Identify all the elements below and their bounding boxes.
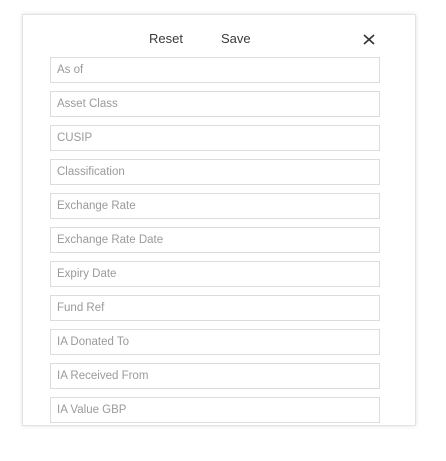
field-expiry-date[interactable]: Expiry Date [50,261,380,287]
field-cusip[interactable]: CUSIP [50,125,380,151]
panel-toolbar: Reset Save [23,15,415,59]
field-exchange-rate[interactable]: Exchange Rate [50,193,380,219]
field-list: As of Asset Class CUSIP Classification E… [50,57,380,425]
field-classification[interactable]: Classification [50,159,380,185]
field-as-of[interactable]: As of [50,57,380,83]
field-asset-class[interactable]: Asset Class [50,91,380,117]
field-fund-ref[interactable]: Fund Ref [50,295,380,321]
field-ia-received-from[interactable]: IA Received From [50,363,380,389]
save-button[interactable]: Save [221,31,251,46]
field-ia-donated-to[interactable]: IA Donated To [50,329,380,355]
field-exchange-rate-date[interactable]: Exchange Rate Date [50,227,380,253]
field-ia-value-gbp[interactable]: IA Value GBP [50,397,380,423]
close-icon[interactable] [359,29,379,49]
reset-button[interactable]: Reset [149,31,183,46]
filter-panel: Reset Save As of Asset Class CUSIP Class… [22,14,416,426]
